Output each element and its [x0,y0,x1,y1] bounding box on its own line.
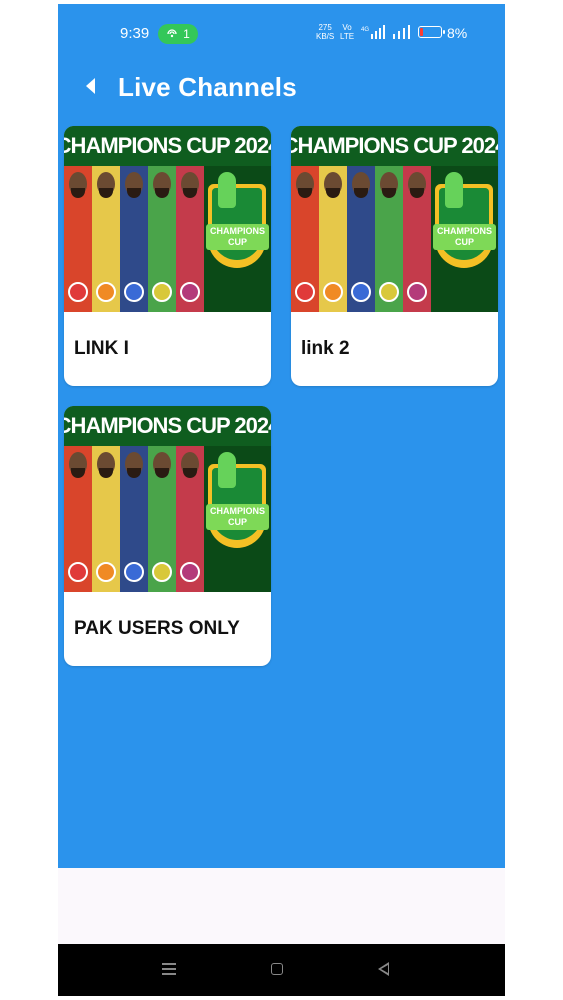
net-speed-unit: KB/S [316,32,335,41]
menu-icon[interactable] [162,963,176,975]
thumbnail-title: CHAMPIONS CUP 2024 [64,126,271,166]
channel-thumbnail: CHAMPIONS CUP 2024 CHAMPIONS CUP [64,406,271,592]
hotspot-icon [167,29,177,38]
net-speed-value: 275 [318,23,332,32]
battery-percent: 8% [447,25,468,41]
hotspot-count: 1 [183,27,190,41]
page-title: Live Channels [118,72,297,102]
system-nav-bar [58,944,505,996]
thumbnail-title: CHAMPIONS CUP 2024 [291,126,498,166]
channel-card[interactable]: CHAMPIONS CUP 2024 CHAMPIONS CUP link 2 [291,126,498,386]
champions-cup-logo: CHAMPIONS CUP [431,166,498,312]
champions-cup-logo: CHAMPIONS CUP [204,446,271,592]
thumbnail-badge: CHAMPIONS CUP [206,224,269,250]
back-arrow-icon[interactable] [86,78,95,94]
channel-label: link 2 [301,338,350,359]
volte-top: Vo [342,23,352,32]
channel-thumbnail: CHAMPIONS CUP 2024 CHAMPIONS CUP [291,126,498,312]
phone-screen: 9:39 1 275 KB/S Vo LTE 4G 8% Live Channe… [58,4,505,996]
channel-label: PAK USERS ONLY [74,618,240,639]
hotspot-indicator: 1 [158,24,198,44]
signal-4g-icon: 4G [361,25,385,39]
thumbnail-badge: CHAMPIONS CUP [206,504,269,530]
app-bar: Live Channels [58,66,505,114]
channel-label: LINK I [74,338,129,359]
players-graphic [64,446,204,592]
signal-icon [393,25,410,39]
back-icon[interactable] [378,962,389,976]
players-graphic [64,166,204,312]
players-graphic [291,166,431,312]
battery-level [420,28,423,36]
volte-bottom: LTE [340,32,355,41]
channel-card[interactable]: CHAMPIONS CUP 2024 CHAMPIONS CUP PAK USE… [64,406,271,666]
thumbnail-badge: CHAMPIONS CUP [433,224,496,250]
status-bar: 9:39 1 275 KB/S Vo LTE 4G 8% [58,4,505,60]
net-speed: 275 KB/S [316,23,334,41]
thumbnail-title: CHAMPIONS CUP 2024 [64,406,271,446]
bottom-panel [58,868,505,944]
champions-cup-logo: CHAMPIONS CUP [204,166,271,312]
svg-text:4G: 4G [361,27,369,33]
channel-thumbnail: CHAMPIONS CUP 2024 CHAMPIONS CUP [64,126,271,312]
home-icon[interactable] [271,963,283,975]
status-time: 9:39 [120,25,150,42]
battery-icon [418,26,445,38]
volte-indicator: Vo LTE [340,23,354,41]
channel-card[interactable]: CHAMPIONS CUP 2024 CHAMPIONS CUP LINK I [64,126,271,386]
